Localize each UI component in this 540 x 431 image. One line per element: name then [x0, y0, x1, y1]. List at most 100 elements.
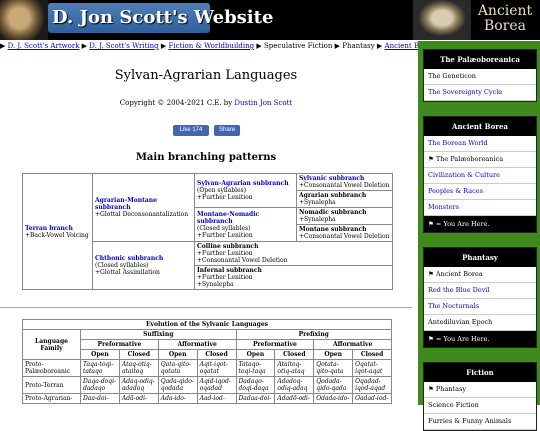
- language-family-cell: Proto-Palæoboreanic: [22, 359, 81, 377]
- word-form-cell: Aad-iod-: [196, 393, 237, 404]
- montane-nomadic-desc2: +Further Lenition: [197, 231, 253, 239]
- open-header: Open: [235, 349, 276, 360]
- breadcrumb: ▶ D. J. Scott's Artwork ▶ D. J. Scott's …: [0, 41, 420, 52]
- sidebar-item[interactable]: Monsters: [424, 200, 536, 216]
- word-form-cell: Taqa-toqi-tataqo: [80, 359, 120, 377]
- afformative-header: Afformative: [157, 339, 237, 350]
- site-header: D. Jon Scott's Website Ancient Borea: [0, 0, 540, 40]
- sidebar-item-label: Antediluvian Epoch: [428, 318, 493, 326]
- main-content: Sylvan-Agrarian Languages Copyright © 20…: [0, 52, 412, 405]
- sidebar-item: Furries & Funny Animals: [424, 414, 536, 430]
- breadcrumb-item[interactable]: Fiction & Worldbuilding: [168, 42, 254, 50]
- sylvan-agrarian-desc2: +Further Lenition: [197, 194, 253, 201]
- sidebar-item[interactable]: The Borean World: [424, 136, 536, 152]
- sidebar-box-title: The Palæoboreanica: [424, 50, 536, 69]
- facebook-like-button[interactable]: Like 174: [173, 125, 209, 136]
- colline-cell: Colline subbranch +Further Lenition +Con…: [194, 241, 393, 266]
- agrarian-montane-link[interactable]: Agrarian-Montane subbranch: [95, 197, 157, 211]
- sylvanic-link[interactable]: Sylvanic subbranch: [299, 175, 364, 182]
- sidebar-item[interactable]: The Sovereignty Cycle: [424, 85, 536, 101]
- page-title: Sylvan-Agrarian Languages: [114, 68, 298, 83]
- section-divider: [0, 307, 412, 308]
- sidebar-item-label: The Geneticon: [428, 72, 476, 80]
- word-form-cell: Oqadad-iqod-aqad: [352, 376, 392, 394]
- sidebar-item[interactable]: Red the Blue Devil: [424, 283, 536, 299]
- sidebar-box: The Palæoboreanica The Geneticon The Sover…: [423, 49, 537, 102]
- author-link[interactable]: Dustin Jon Scott: [234, 99, 292, 107]
- evolution-table: Evolution of the Sylvanic Languages Lang…: [22, 319, 392, 404]
- sidebar-item: The Geneticon: [424, 69, 536, 85]
- sidebar-box-title: Fiction: [424, 363, 536, 382]
- word-form-cell: Dadaa-doi-: [235, 393, 276, 404]
- sidebar-item-label: The Borean World: [428, 139, 488, 147]
- sidebar-item[interactable]: Civilization & Culture: [424, 168, 536, 184]
- table-row: Proto-Palæoboreanic Taqa-toqi-tataqo Ataq-…: [22, 359, 392, 377]
- sidebar-item-label: Science Fiction: [428, 401, 479, 409]
- sidebar-box: Ancient Borea The Borean World ⚑ The Palæo…: [423, 116, 537, 233]
- nomadic-desc: +Synalepha: [299, 216, 336, 223]
- sidebar-box-title: Ancient Borea: [424, 117, 536, 136]
- preformative-header: Preformative: [80, 339, 159, 350]
- word-form-cell: Qada-qido-qodada: [157, 376, 198, 394]
- sidebar-item[interactable]: The Nocturnals: [424, 299, 536, 315]
- sidebar-item[interactable]: Peoples & Races: [424, 184, 536, 200]
- montane-title: Montane subbranch: [299, 226, 367, 233]
- word-form-cell: Adadoq-odiq-adaq: [274, 376, 315, 394]
- sidebar-item[interactable]: ⚑ Ancient Borea: [424, 267, 536, 283]
- sylvan-agrarian-desc1: (Open syllables): [197, 187, 247, 194]
- copyright-text: Copyright © 2004-2021 C.E. by: [119, 99, 233, 107]
- you-are-here-legend: ⚑ = You Are Here.: [424, 331, 536, 347]
- sidebar-item-label: Monsters: [428, 203, 459, 211]
- closed-header: Closed: [118, 349, 159, 360]
- sylvan-agrarian-link[interactable]: Sylvan-Agrarian subbranch: [197, 180, 289, 187]
- breadcrumb-arrow-icon: ▶: [79, 42, 90, 50]
- terran-branch-link[interactable]: Terran branch: [25, 225, 73, 232]
- montane-cell: Montane subbranch +Consonantal Vowel Del…: [296, 224, 393, 242]
- sidebar-item-label: Civilization & Culture: [428, 171, 500, 179]
- word-form-cell: Oqatat-iqot-aqat: [352, 359, 392, 377]
- montane-nomadic-cell: Montane-Nomadic subbranch (Closed syllab…: [194, 207, 297, 242]
- nomadic-title: Nomadic subbranch: [299, 209, 367, 216]
- breadcrumb-arrow-icon: ▶: [0, 42, 8, 50]
- closed-header: Closed: [196, 349, 237, 360]
- sidebar-item-label: Furries & Funny Animals: [428, 417, 512, 425]
- sidebar-item-label: ⚑ Phantasy: [428, 385, 467, 393]
- breadcrumb-item[interactable]: Ancient Borea: [385, 42, 420, 50]
- language-family-header: Language Family: [22, 329, 81, 360]
- word-form-cell: Ataq-otiq-ataitoq: [118, 359, 159, 377]
- preformative-header: Preformative: [235, 339, 315, 350]
- sidebar-box: Fiction ⚑ Phantasy Science Fiction Furries …: [423, 362, 537, 431]
- word-form-cell: Oadad-iod-: [352, 393, 392, 404]
- open-header: Open: [157, 349, 198, 360]
- sidebar-item: Antediluvian Epoch: [424, 315, 536, 331]
- breadcrumb-item[interactable]: D. J. Scott's Artwork: [8, 42, 80, 50]
- sylvan-agrarian-cell: Sylvan-Agrarian subbranch (Open syllable…: [194, 173, 297, 208]
- site-logo[interactable]: [0, 0, 48, 40]
- facebook-share-button[interactable]: Share: [214, 125, 240, 136]
- language-family-cell: Proto-Agrarian-: [22, 393, 81, 404]
- copyright-line: Copyright © 2004-2021 C.E. by Dustin Jon…: [0, 99, 412, 107]
- breadcrumb-item[interactable]: D. J. Scott's Writing: [89, 42, 158, 50]
- sidebar-box-title: Phantasy: [424, 248, 536, 267]
- word-form-cell: Adã-odi-: [118, 393, 159, 404]
- sidebar-item[interactable]: ⚑ Phantasy: [424, 382, 536, 398]
- prefixing-header: Prefixing: [235, 329, 392, 340]
- montane-nomadic-desc1: (Closed syllables): [197, 224, 251, 232]
- sidebar-box: Phantasy ⚑ Ancient Borea Red the Blue Devi…: [423, 247, 537, 348]
- section-logo[interactable]: Ancient Borea: [474, 4, 536, 34]
- terran-cell: Terran branch +Back-Vowel Voicing: [22, 173, 93, 290]
- montane-nomadic-link[interactable]: Montane-Nomadic subbranch: [197, 211, 259, 225]
- sidebar-item-label: Peoples & Races: [428, 187, 483, 195]
- sylvanic-cell: Sylvanic subbranch +Consonantal Vowel De…: [296, 173, 393, 191]
- language-family-cell: Proto-Terran: [22, 376, 81, 394]
- infernal-cell: Infernal subbranch +Further Lenition +Sy…: [194, 265, 393, 290]
- word-form-cell: Ataitoq-otiq-ataq: [274, 359, 315, 377]
- sidebar-item-label: ⚑ The Palæoboreanica: [428, 155, 504, 163]
- word-form-cell: Tataqo-toqi-taqa: [235, 359, 276, 377]
- sidebar-item[interactable]: ⚑ The Palæoboreanica: [424, 152, 536, 168]
- word-form-cell: Odada-ido-: [313, 393, 354, 404]
- site-title[interactable]: D. Jon Scott's Website: [52, 7, 273, 28]
- table-row: Proto-Agrarian- Daa-doi- Adã-odi- Ada-ido- A…: [22, 393, 392, 404]
- chthonic-link[interactable]: Chthonic subbranch: [95, 255, 163, 262]
- sidebar-item: Science Fiction: [424, 398, 536, 414]
